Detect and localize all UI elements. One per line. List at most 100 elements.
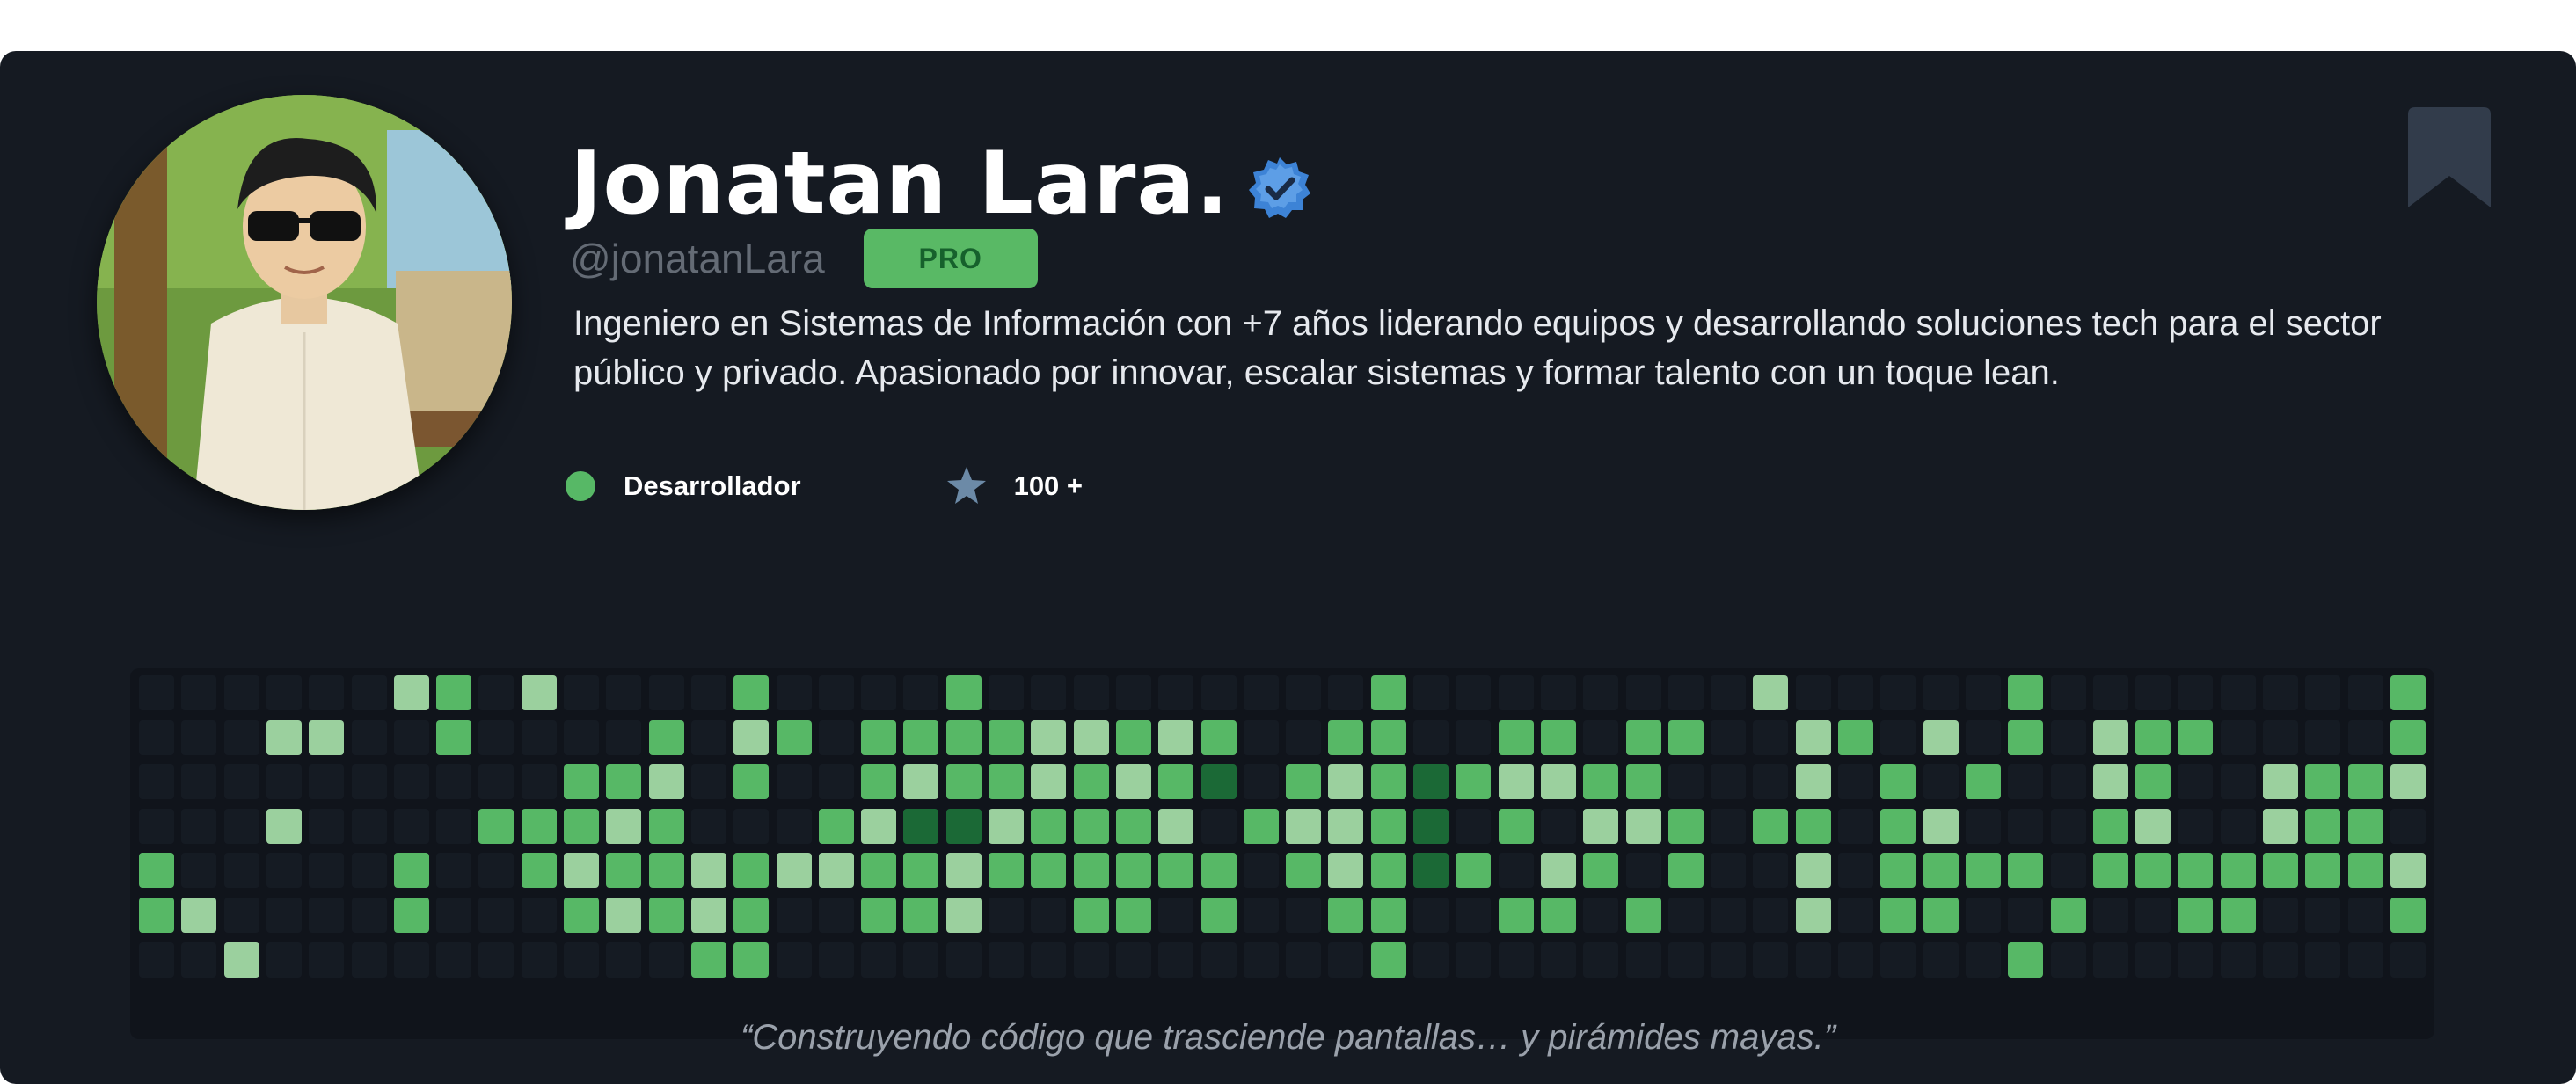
contribution-cell[interactable] <box>1540 853 1576 889</box>
contribution-cell[interactable] <box>1753 764 1789 800</box>
contribution-cell[interactable] <box>2008 898 2044 933</box>
contribution-cell[interactable] <box>1158 808 1194 844</box>
contribution-cell[interactable] <box>2135 719 2171 755</box>
contribution-cell[interactable] <box>1031 808 1067 844</box>
contribution-cell[interactable] <box>1073 898 1109 933</box>
contribution-cell[interactable] <box>2263 898 2298 933</box>
contribution-cell[interactable] <box>2390 853 2426 889</box>
contribution-cell[interactable] <box>266 942 302 978</box>
contribution-cell[interactable] <box>2347 719 2383 755</box>
contribution-cell[interactable] <box>818 675 854 710</box>
contribution-cell[interactable] <box>1667 808 1704 844</box>
contribution-cell[interactable] <box>1498 764 1534 800</box>
contribution-cell[interactable] <box>1115 675 1151 710</box>
contribution-cell[interactable] <box>2178 719 2214 755</box>
contribution-cell[interactable] <box>351 942 387 978</box>
contribution-cell[interactable] <box>733 719 770 755</box>
contribution-cell[interactable] <box>266 853 302 889</box>
contribution-cell[interactable] <box>2347 808 2383 844</box>
contribution-cell[interactable] <box>2050 853 2086 889</box>
contribution-cell[interactable] <box>2050 898 2086 933</box>
contribution-cell[interactable] <box>1880 942 1916 978</box>
contribution-cell[interactable] <box>564 675 599 710</box>
contribution-cell[interactable] <box>436 942 472 978</box>
contribution-cell[interactable] <box>2220 675 2256 710</box>
contribution-cell[interactable] <box>1158 942 1194 978</box>
contribution-cell[interactable] <box>989 853 1024 889</box>
contribution-cell[interactable] <box>1413 853 1449 889</box>
contribution-cell[interactable] <box>223 808 259 844</box>
bookmark-icon[interactable] <box>2408 107 2491 207</box>
contribution-cell[interactable] <box>309 853 345 889</box>
contribution-cell[interactable] <box>1923 675 1959 710</box>
contribution-cell[interactable] <box>945 942 982 978</box>
contribution-cell[interactable] <box>2390 808 2426 844</box>
contribution-cell[interactable] <box>1413 898 1449 933</box>
contribution-cell[interactable] <box>1413 808 1449 844</box>
contribution-cell[interactable] <box>1413 764 1449 800</box>
contribution-cell[interactable] <box>1328 853 1364 889</box>
contribution-cell[interactable] <box>1370 942 1406 978</box>
contribution-cell[interactable] <box>648 808 684 844</box>
contribution-cell[interactable] <box>1073 675 1109 710</box>
contribution-cell[interactable] <box>2347 898 2383 933</box>
contribution-cell[interactable] <box>648 853 684 889</box>
contribution-cell[interactable] <box>903 898 939 933</box>
contribution-cell[interactable] <box>1965 898 2001 933</box>
contribution-cell[interactable] <box>1498 808 1534 844</box>
contribution-cell[interactable] <box>309 719 345 755</box>
contribution-cell[interactable] <box>1795 719 1831 755</box>
contribution-cell[interactable] <box>733 675 770 710</box>
contribution-cell[interactable] <box>2178 764 2214 800</box>
contribution-cell[interactable] <box>309 898 345 933</box>
contribution-cell[interactable] <box>1583 942 1619 978</box>
contribution-cell[interactable] <box>690 719 726 755</box>
contribution-cell[interactable] <box>521 675 557 710</box>
contribution-cell[interactable] <box>2092 942 2128 978</box>
contribution-cell[interactable] <box>1711 675 1747 710</box>
contribution-cell[interactable] <box>1838 675 1873 710</box>
contribution-cell[interactable] <box>1711 764 1747 800</box>
contribution-cell[interactable] <box>1625 853 1661 889</box>
contribution-cell[interactable] <box>2050 808 2086 844</box>
contribution-cell[interactable] <box>1328 764 1364 800</box>
contribution-cell[interactable] <box>181 853 217 889</box>
contribution-cell[interactable] <box>436 719 472 755</box>
contribution-cell[interactable] <box>1498 719 1534 755</box>
contribution-cell[interactable] <box>1667 675 1704 710</box>
contribution-cell[interactable] <box>903 719 939 755</box>
contribution-cell[interactable] <box>1243 942 1279 978</box>
contribution-cell[interactable] <box>1965 853 2001 889</box>
contribution-cell[interactable] <box>1200 808 1237 844</box>
contribution-cell[interactable] <box>1498 853 1534 889</box>
contribution-cell[interactable] <box>521 808 557 844</box>
contribution-cell[interactable] <box>2263 942 2298 978</box>
contribution-cell[interactable] <box>2050 942 2086 978</box>
contribution-cell[interactable] <box>181 942 217 978</box>
contribution-cell[interactable] <box>1243 898 1279 933</box>
contribution-cell[interactable] <box>1370 898 1406 933</box>
contribution-cell[interactable] <box>1795 675 1831 710</box>
contribution-cell[interactable] <box>1965 764 2001 800</box>
contribution-cell[interactable] <box>2390 898 2426 933</box>
contribution-cell[interactable] <box>2347 853 2383 889</box>
contribution-cell[interactable] <box>818 898 854 933</box>
contribution-cell[interactable] <box>2305 675 2341 710</box>
contribution-cell[interactable] <box>733 808 770 844</box>
contribution-cell[interactable] <box>1540 675 1576 710</box>
contribution-cell[interactable] <box>139 675 174 710</box>
contribution-cell[interactable] <box>223 719 259 755</box>
contribution-cell[interactable] <box>1667 853 1704 889</box>
contribution-cell[interactable] <box>521 764 557 800</box>
contribution-cell[interactable] <box>1880 719 1916 755</box>
contribution-cell[interactable] <box>1158 719 1194 755</box>
contribution-cell[interactable] <box>478 898 514 933</box>
contribution-cell[interactable] <box>2390 942 2426 978</box>
contribution-cell[interactable] <box>1923 719 1959 755</box>
contribution-cell[interactable] <box>393 675 429 710</box>
contribution-cell[interactable] <box>266 719 302 755</box>
contribution-cell[interactable] <box>351 675 387 710</box>
contribution-cell[interactable] <box>521 853 557 889</box>
contribution-cell[interactable] <box>606 853 642 889</box>
contribution-cell[interactable] <box>436 675 472 710</box>
